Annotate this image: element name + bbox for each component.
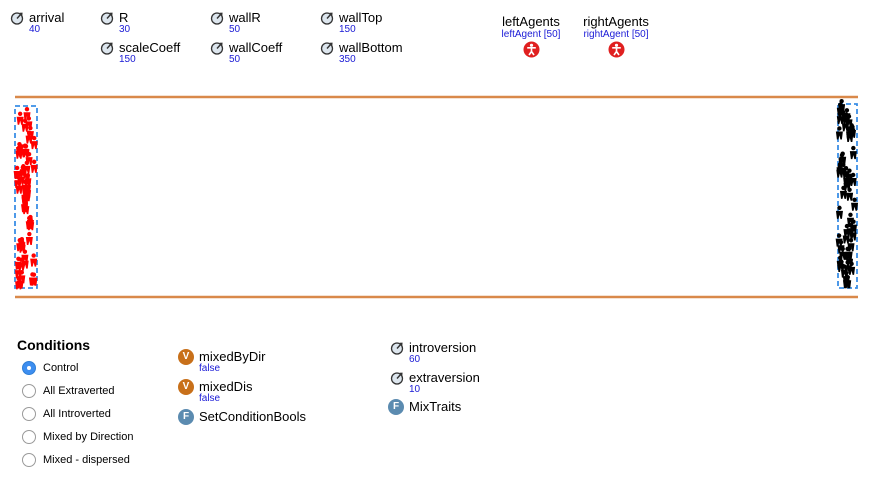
radio-circle[interactable] bbox=[22, 407, 36, 421]
radio-label: All Extraverted bbox=[43, 385, 115, 397]
parameter-icon bbox=[390, 372, 404, 385]
right-agent bbox=[835, 233, 843, 247]
param-value: 60 bbox=[409, 354, 421, 365]
left-agents bbox=[13, 107, 38, 290]
variable-value: false bbox=[199, 393, 221, 404]
radio-label: Mixed - dispersed bbox=[43, 454, 130, 466]
function-icon: F bbox=[388, 399, 404, 415]
radio-circle[interactable] bbox=[22, 361, 36, 375]
radio-circle[interactable] bbox=[22, 453, 36, 467]
function-icon: F bbox=[178, 409, 194, 425]
function-name: SetConditionBools bbox=[199, 409, 306, 424]
radio-label: Mixed by Direction bbox=[43, 431, 134, 443]
param-name: extraversion bbox=[409, 370, 480, 385]
parameter-icon bbox=[390, 342, 404, 355]
left-agent bbox=[16, 111, 24, 125]
right-agent bbox=[835, 205, 843, 219]
radio-label: Control bbox=[43, 362, 79, 374]
radio-label: All Introverted bbox=[43, 408, 111, 420]
radio-circle[interactable] bbox=[22, 384, 36, 398]
left-agent bbox=[25, 231, 33, 246]
variable-icon: V bbox=[178, 379, 194, 395]
variable-value: false bbox=[199, 363, 221, 374]
radio-circle[interactable] bbox=[22, 430, 36, 444]
conditions-title: Conditions bbox=[17, 337, 91, 353]
param-name: introversion bbox=[409, 340, 477, 355]
variable-name: mixedByDir bbox=[199, 349, 266, 364]
variable-name: mixedDis bbox=[199, 379, 253, 394]
right-agent bbox=[849, 145, 857, 160]
param-value: 10 bbox=[409, 384, 421, 395]
variable-icon: V bbox=[178, 349, 194, 365]
right-agents bbox=[835, 98, 859, 289]
right-agent bbox=[835, 126, 843, 140]
function-name: MixTraits bbox=[409, 399, 462, 414]
